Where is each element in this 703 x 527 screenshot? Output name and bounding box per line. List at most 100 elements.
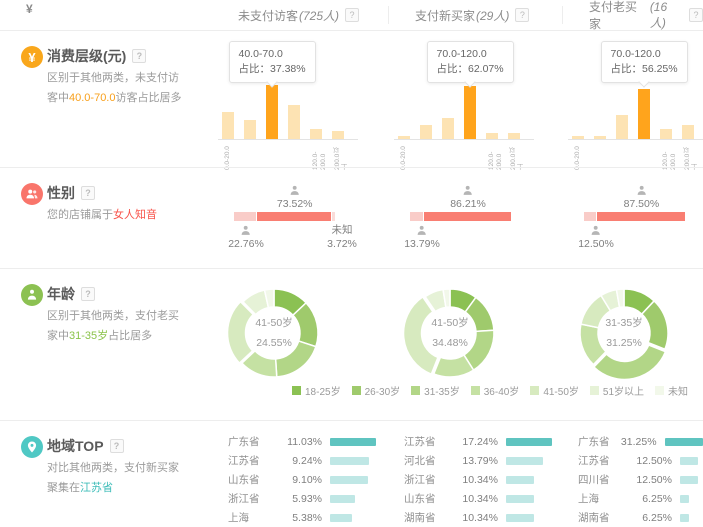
gender-stacked-bar[interactable] — [234, 212, 336, 221]
female-segment[interactable] — [597, 212, 685, 221]
age-chart-old-buyers: 31-35岁31.25% — [562, 269, 703, 421]
header-label: 支付老买家 — [589, 0, 649, 32]
section-region-top: 地域TOP? 对比其他两类，支付新买家聚集在江苏省 广东省11.03%江苏省9.… — [0, 420, 703, 518]
help-icon[interactable]: ? — [81, 287, 95, 301]
province-bar[interactable] — [330, 476, 368, 484]
gender-chart-unpaid[interactable]: 73.52% 22.76% 未知3.72% — [212, 168, 388, 269]
consume-bar[interactable] — [310, 129, 322, 139]
legend-swatch — [352, 386, 361, 395]
region-row[interactable]: 湖南省10.34% — [404, 508, 562, 527]
legend-item-18-25岁[interactable]: 18-25岁 — [292, 383, 341, 398]
province-bar[interactable] — [680, 476, 698, 484]
consume-bar[interactable] — [266, 85, 278, 139]
consume-bar[interactable] — [442, 118, 454, 139]
province-name: 上海 — [578, 491, 628, 506]
legend-item-26-30岁[interactable]: 26-30岁 — [352, 383, 401, 398]
consume-bar[interactable] — [398, 136, 410, 139]
donut-segment-41-50岁[interactable] — [228, 302, 254, 363]
province-bar[interactable] — [330, 457, 369, 465]
region-row[interactable]: 山东省9.10% — [228, 470, 388, 489]
legend-item-31-35岁[interactable]: 31-35岁 — [411, 383, 460, 398]
province-bar[interactable] — [506, 495, 534, 503]
people-circle-icon — [21, 183, 43, 205]
consume-bar[interactable] — [594, 136, 606, 139]
help-icon[interactable]: ? — [689, 8, 703, 22]
region-row[interactable]: 山东省10.34% — [404, 489, 562, 508]
consume-bar[interactable] — [464, 86, 476, 139]
province-bar[interactable] — [506, 457, 543, 465]
province-percent: 12.50% — [628, 455, 672, 467]
consume-bar[interactable] — [682, 125, 694, 139]
gender-stacked-bar[interactable] — [410, 212, 512, 221]
consume-bar[interactable] — [288, 105, 300, 139]
region-row[interactable]: 江苏省12.50% — [578, 451, 703, 470]
help-icon[interactable]: ? — [132, 49, 146, 63]
province-name: 江苏省 — [404, 434, 454, 449]
female-segment[interactable] — [257, 212, 331, 221]
gender-chart-new-buyers[interactable]: 86.21% 13.79% — [388, 168, 562, 269]
province-name: 浙江省 — [404, 472, 454, 487]
legend-item-51岁以上[interactable]: 51岁以上 — [590, 383, 644, 398]
legend-item-36-40岁[interactable]: 36-40岁 — [471, 383, 520, 398]
male-segment[interactable] — [410, 212, 423, 221]
region-row[interactable]: 上海6.25% — [578, 489, 703, 508]
consume-bar[interactable] — [508, 133, 520, 139]
province-bar[interactable] — [680, 495, 689, 503]
age-donut[interactable]: 41-50岁24.55% — [226, 285, 322, 381]
section-description: 区别于其他两类，未支付访客中40.0-70.0访客占比居多 — [47, 68, 189, 108]
help-icon[interactable]: ? — [110, 439, 124, 453]
header-old-buyers[interactable]: 支付老买家(16人) ? — [562, 6, 703, 24]
region-row[interactable]: 上海5.38% — [228, 508, 388, 527]
age-donut[interactable]: 31-35岁31.25% — [576, 285, 672, 381]
region-row[interactable]: 广东省31.25% — [578, 432, 703, 451]
two-people-icon — [25, 187, 39, 201]
help-icon[interactable]: ? — [81, 186, 95, 200]
consume-bar-chart-unpaid[interactable]: 40.0-70.0占比：37.38% 0.0-20.0120.0-200.020… — [212, 31, 388, 167]
region-row[interactable]: 河北省13.79% — [404, 451, 562, 470]
province-bar[interactable] — [506, 476, 534, 484]
header-unpaid-visitors[interactable]: 未支付访客(725人) ? — [212, 6, 388, 24]
consume-bar[interactable] — [616, 115, 628, 139]
consume-bar-chart-new-buyers[interactable]: 70.0-120.0占比：62.07% 0.0-20.0120.0-200.02… — [388, 31, 562, 167]
female-marker: 87.50% — [624, 184, 660, 210]
donut-segment-31-35岁[interactable] — [276, 341, 316, 377]
header-count: (16人) — [650, 0, 683, 31]
region-row[interactable]: 四川省12.50% — [578, 470, 703, 489]
age-donut[interactable]: 41-50岁34.48% — [402, 285, 498, 381]
consume-bar[interactable] — [572, 136, 584, 139]
consume-bar[interactable] — [420, 125, 432, 139]
consume-bar[interactable] — [222, 112, 234, 139]
region-row[interactable]: 广东省11.03% — [228, 432, 388, 451]
legend-item-41-50岁[interactable]: 41-50岁 — [530, 383, 579, 398]
consume-bar[interactable] — [638, 89, 650, 139]
province-bar[interactable] — [506, 438, 552, 446]
province-bar[interactable] — [680, 514, 689, 522]
help-icon[interactable]: ? — [515, 8, 529, 22]
unknown-segment[interactable] — [332, 212, 335, 221]
region-row[interactable]: 浙江省10.34% — [404, 470, 562, 489]
province-bar[interactable] — [330, 495, 355, 503]
province-bar[interactable] — [330, 514, 352, 522]
gender-chart-old-buyers[interactable]: 87.50% 12.50% — [562, 168, 703, 269]
region-row[interactable]: 浙江省5.93% — [228, 489, 388, 508]
region-row[interactable]: 江苏省9.24% — [228, 451, 388, 470]
consume-bar[interactable] — [244, 120, 256, 139]
province-bar[interactable] — [330, 438, 376, 446]
male-segment[interactable] — [234, 212, 256, 221]
consume-bar[interactable] — [332, 131, 344, 139]
consume-bar[interactable] — [486, 133, 498, 139]
help-icon[interactable]: ? — [345, 8, 359, 22]
province-bar[interactable] — [680, 457, 698, 465]
province-name: 山东省 — [404, 491, 454, 506]
province-bar[interactable] — [665, 438, 703, 446]
gender-stacked-bar[interactable] — [584, 212, 686, 221]
header-new-buyers[interactable]: 支付新买家(29人) ? — [388, 6, 562, 24]
province-bar[interactable] — [506, 514, 534, 522]
male-segment[interactable] — [584, 212, 596, 221]
consume-bar-chart-old-buyers[interactable]: 70.0-120.0占比：56.25% 0.0-20.0120.0-200.02… — [562, 31, 703, 167]
consume-bar[interactable] — [660, 129, 672, 139]
legend-item-未知[interactable]: 未知 — [655, 383, 688, 398]
female-segment[interactable] — [424, 212, 511, 221]
region-row[interactable]: 湖南省6.25% — [578, 508, 703, 527]
region-row[interactable]: 江苏省17.24% — [404, 432, 562, 451]
